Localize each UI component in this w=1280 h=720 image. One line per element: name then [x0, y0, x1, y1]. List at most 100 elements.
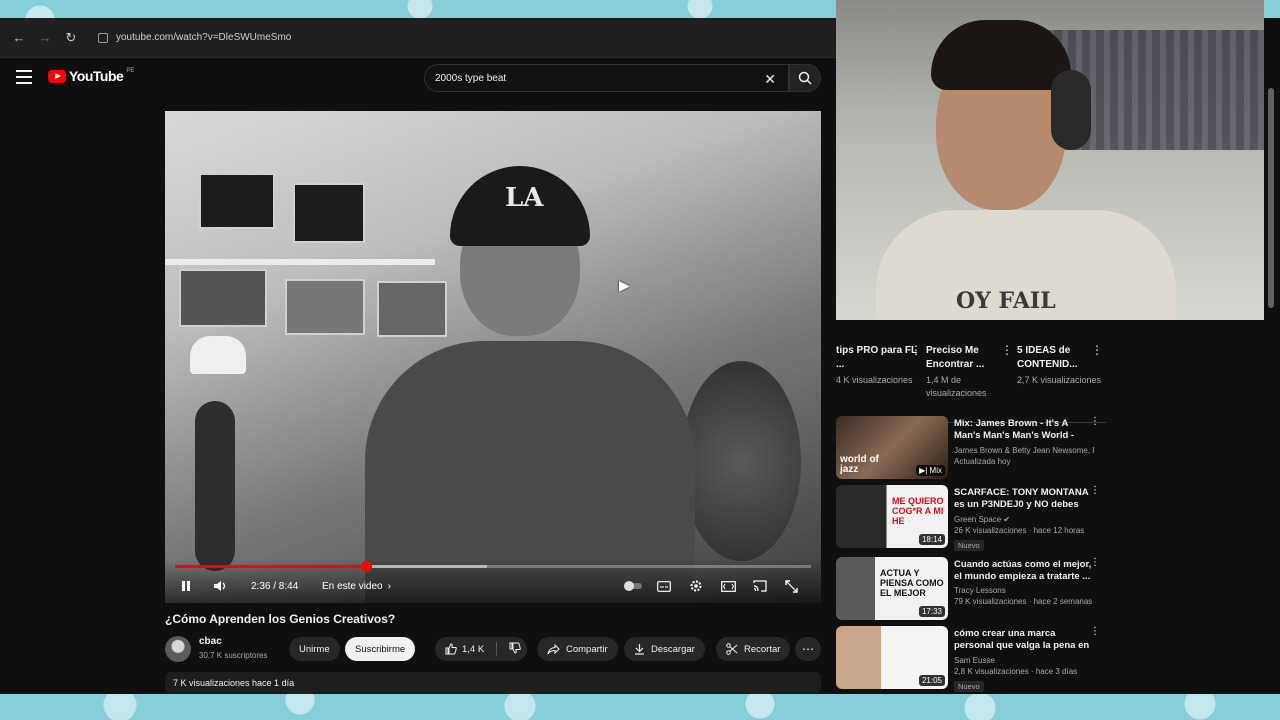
mix-badge: ▶| Mix: [916, 465, 945, 476]
video-player[interactable]: LA ▶ 2:36 / 8:44 En este video ›: [165, 111, 821, 603]
youtube-play-logo-icon: [48, 69, 66, 83]
verified-check-icon: ✔: [1003, 515, 1011, 524]
kebab-menu-icon[interactable]: ⋮: [1090, 558, 1100, 568]
clip-label: Recortar: [744, 643, 781, 655]
captions-button[interactable]: [657, 577, 671, 595]
description-box[interactable]: 7 K visualizaciones hace 1 día: [165, 672, 821, 694]
chevron-right-icon: ›: [387, 580, 391, 592]
address-bar[interactable]: youtube.com/watch?v=DleSWUmeSmo: [90, 25, 650, 51]
cast-button[interactable]: [753, 577, 767, 595]
clip-button[interactable]: Recortar: [716, 637, 791, 661]
hamburger-menu-icon[interactable]: [16, 70, 32, 84]
url-text: youtube.com/watch?v=DleSWUmeSmo: [116, 32, 292, 43]
share-button[interactable]: Compartir: [537, 637, 618, 661]
recommendation-item[interactable]: ACTUA Y PIENSA COMO EL MEJOR 17:33 Cuand…: [836, 557, 1106, 621]
video-frame-art: [199, 173, 275, 229]
page-scrollbar[interactable]: [1268, 78, 1274, 708]
recommendation-channel: Green Space ✔: [954, 515, 1094, 524]
recommendation-item[interactable]: ME QUIERO COG*R A MI HE 18:14 SCARFACE: …: [836, 485, 1106, 551]
more-actions-button[interactable]: ⋯: [795, 637, 821, 661]
progress-bar[interactable]: [175, 561, 811, 572]
kebab-menu-icon[interactable]: ⋮: [910, 344, 922, 356]
recommendation-title: Cuando actúas como el mejor, el mundo em…: [954, 559, 1092, 583]
youtube-header: YouTube PE 2000s type beat ✕: [0, 58, 836, 102]
recommendation-item[interactable]: world of jazz ▶| Mix Mix: James Brown - …: [836, 416, 1106, 480]
clear-search-icon[interactable]: ✕: [764, 71, 776, 88]
recommendation-thumbnail[interactable]: world of jazz ▶| Mix: [836, 416, 948, 479]
channel-name[interactable]: cbac: [199, 636, 222, 647]
share-icon: [547, 643, 560, 654]
download-button[interactable]: Descargar: [624, 637, 705, 661]
video-duration: 18:14: [918, 534, 945, 545]
cast-icon: [753, 580, 767, 592]
kebab-menu-icon[interactable]: ⋮: [1090, 627, 1100, 637]
forward-arrow-icon[interactable]: →: [34, 27, 56, 49]
youtube-logo[interactable]: YouTube PE: [48, 68, 134, 84]
channel-avatar[interactable]: [165, 636, 191, 662]
join-button[interactable]: Unirme: [289, 637, 340, 661]
mix-badge-label: Mix: [929, 466, 942, 475]
gear-icon: [690, 580, 702, 592]
time-display: 2:36 / 8:44: [251, 580, 299, 592]
thumbnail-caption: world of jazz: [840, 454, 879, 475]
search-button[interactable]: [789, 64, 821, 92]
settings-button[interactable]: [689, 577, 703, 595]
scissors-icon: [726, 643, 738, 655]
short-views: 1,4 M de visualizaciones: [926, 375, 987, 399]
video-frame-lamp: [190, 336, 246, 374]
like-button[interactable]: 1,4 K: [445, 643, 484, 655]
fullscreen-button[interactable]: [785, 577, 798, 595]
recommendation-thumbnail[interactable]: ME QUIERO COG*R A MI HE 18:14: [836, 485, 948, 548]
description-meta: 7 K visualizaciones hace 1 día: [173, 678, 295, 688]
video-frame-shelf: [165, 259, 435, 265]
recommendation-channel: James Brown & Betty Jean Newsome, R...: [954, 446, 1094, 455]
recommendation-thumbnail[interactable]: 21:05: [836, 626, 948, 689]
subscriber-count: 30,7 K suscriptores: [199, 651, 268, 660]
back-arrow-icon[interactable]: ←: [8, 27, 30, 49]
theater-mode-button[interactable]: [721, 577, 736, 595]
thumbnail-caption: ACTUA Y PIENSA COMO EL MEJOR: [880, 568, 944, 598]
search-input[interactable]: 2000s type beat ✕: [424, 64, 789, 92]
fullscreen-icon: [785, 579, 798, 593]
share-label: Compartir: [566, 643, 608, 655]
site-info-icon[interactable]: [98, 32, 108, 43]
recommendation-thumbnail[interactable]: ACTUA Y PIENSA COMO EL MEJOR 17:33: [836, 557, 948, 620]
recommendation-title: SCARFACE: TONY MONTANA es un P3NDEJ0 y N…: [954, 487, 1089, 513]
country-code: PE: [126, 68, 135, 74]
dislike-button[interactable]: [509, 642, 521, 657]
channel-name: Green Space: [954, 515, 1002, 524]
like-dislike-group: 1,4 K: [435, 637, 528, 661]
player-controls: 2:36 / 8:44 En este video ›: [165, 559, 821, 603]
recommendation-channel: Sam Eusse: [954, 656, 995, 665]
browser-toolbar: ← → ↻ youtube.com/watch?v=DleSWUmeSmo: [0, 18, 836, 58]
kebab-menu-icon[interactable]: ⋮: [1090, 486, 1100, 496]
theater-mode-icon: [721, 580, 736, 592]
new-badge: Nuevo: [954, 681, 984, 692]
recommendation-info: SCARFACE: TONY MONTANA es un P3NDEJ0 y N…: [954, 487, 1094, 553]
scrollbar-thumb[interactable]: [1268, 88, 1274, 308]
recommendation-title: Mix: James Brown - It's A Man's Man's Ma…: [954, 418, 1075, 444]
kebab-menu-icon[interactable]: ⋮: [1001, 344, 1013, 356]
recommendation-meta: 26 K visualizaciones · hace 12 horas: [954, 526, 1085, 535]
chapters-button[interactable]: En este video ›: [322, 577, 391, 595]
recommendation-item[interactable]: 21:05 cómo crear una marca personal que …: [836, 626, 1106, 692]
subscribe-button[interactable]: Suscribirme: [345, 637, 416, 661]
kebab-menu-icon[interactable]: ⋮: [1090, 417, 1100, 427]
shorts-row: tips PRO para FL ... 4 K visualizaciones…: [836, 344, 1106, 406]
download-icon: [635, 644, 644, 655]
webcam-shirt-text: OY FAIL: [956, 288, 1056, 314]
pause-button[interactable]: [178, 577, 194, 595]
reload-icon[interactable]: ↻: [60, 27, 82, 49]
search-query: 2000s type beat: [435, 72, 507, 84]
volume-icon: [212, 578, 228, 594]
subscribe-label: Suscribirme: [355, 643, 406, 655]
kebab-menu-icon[interactable]: ⋮: [1091, 344, 1103, 356]
recommendation-title: cómo crear una marca personal que valga …: [954, 628, 1090, 654]
recommendation-meta: Actualizada hoy: [954, 457, 1011, 466]
volume-button[interactable]: [212, 577, 228, 595]
video-frame-art: [179, 269, 267, 327]
progress-scrubber[interactable]: [360, 561, 372, 572]
video-duration: 21:05: [918, 675, 945, 686]
autoplay-toggle[interactable]: [623, 577, 643, 595]
recommendation-info: Mix: James Brown - It's A Man's Man's Ma…: [954, 418, 1094, 466]
